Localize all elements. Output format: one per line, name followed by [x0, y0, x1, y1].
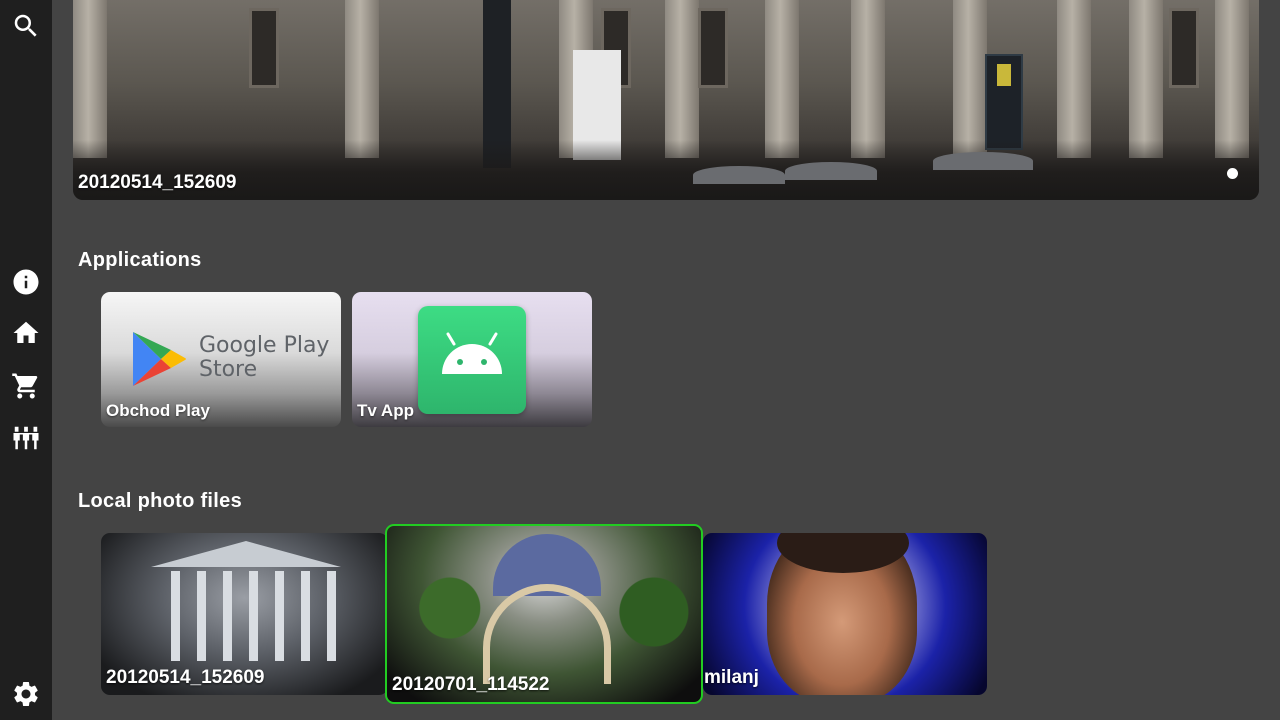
hero-page-indicator: [1227, 168, 1238, 179]
cart-icon: [12, 373, 38, 399]
google-play-icon: [133, 332, 186, 386]
home-icon: [13, 321, 39, 343]
sidebar: [0, 0, 52, 720]
search-icon: [14, 14, 37, 37]
app-card-tv-app[interactable]: Tv App: [352, 292, 592, 427]
shop-button[interactable]: [0, 366, 52, 406]
app-card-play-store[interactable]: Google Play Store Obchod Play: [101, 292, 341, 427]
settings-button[interactable]: [0, 674, 52, 714]
hero-title: 20120514_152609: [78, 172, 237, 193]
photo-card-label: milanj: [704, 667, 759, 688]
photo-card-portrait[interactable]: milanj: [703, 533, 987, 695]
applications-title: Applications: [78, 249, 202, 271]
app-card-label: Obchod Play: [106, 401, 210, 420]
photos-title: Local photo files: [78, 490, 242, 512]
inputs-button[interactable]: [0, 418, 52, 458]
photo-card-label: 20120701_114522: [392, 674, 550, 695]
equalizer-icon: [13, 426, 39, 450]
photo-card-museum[interactable]: 20120514_152609: [101, 533, 388, 695]
app-card-label: Tv App: [357, 401, 414, 420]
gear-icon: [14, 682, 38, 706]
hero-image: [73, 0, 1259, 200]
google-play-logo-text: Google Play Store: [199, 333, 330, 382]
photo-card-pavilion[interactable]: 20120701_114522: [385, 524, 703, 704]
hero-banner[interactable]: 20120514_152609: [73, 0, 1259, 200]
info-button[interactable]: [0, 262, 52, 302]
info-icon: [13, 269, 39, 295]
photo-card-label: 20120514_152609: [106, 667, 265, 688]
search-button[interactable]: [0, 6, 52, 46]
home-button[interactable]: [0, 313, 52, 353]
android-icon: [418, 306, 526, 414]
